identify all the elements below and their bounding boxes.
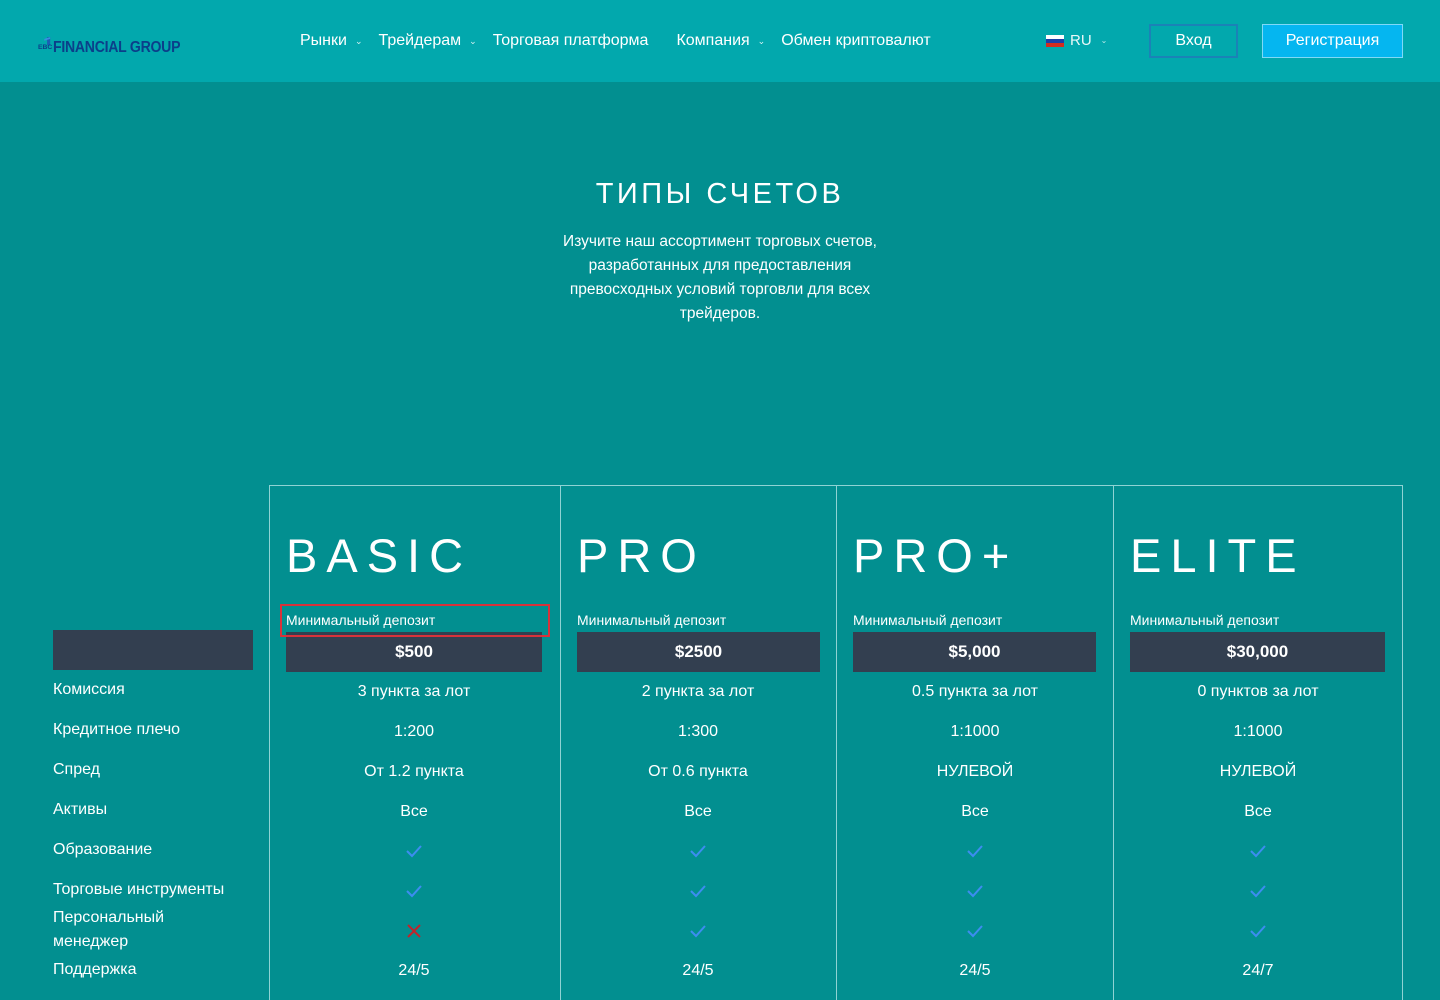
cross-icon [407,924,421,938]
account-title: BASIC [286,529,473,582]
cell-commission: 3 пункта за лот [357,683,471,700]
cell-spread: От 0.6 пункта [648,763,748,780]
row-label-education: Образование [53,841,153,858]
check-icon [967,845,983,858]
nav-item-label: Рынки [300,32,347,49]
logo[interactable]: EBC FINANCIAL GROUP [38,26,198,60]
svg-text:EBC: EBC [38,44,52,51]
min-deposit-label: Минимальный депозит [577,612,727,628]
russia-flag-icon [1046,34,1064,47]
cell-assets: Все [400,803,428,820]
account-title: ELITE [1130,529,1306,582]
cell-support: 24/7 [1242,962,1274,979]
check-icon [690,885,706,898]
cell-support: 24/5 [398,962,430,979]
chevron-down-icon: ⌄ [757,35,766,46]
main-nav: Рынки ⌄ Трейдерам ⌄ Торговая платформа К… [300,30,947,52]
cell-spread: НУЛЕВОЙ [1219,763,1297,780]
account-title: PRO+ [853,529,1019,582]
min-deposit-label: Минимальный депозит [286,612,436,628]
logo-text: FINANCIAL GROUP [53,39,181,56]
nav-item-label: Торговая платформа [492,32,649,49]
cell-leverage: 1:200 [393,723,435,740]
row-label-leverage: Кредитное плечо [53,721,181,738]
check-icon [690,925,706,938]
cell-leverage: 1:1000 [1233,723,1283,740]
check-icon [1250,925,1266,938]
cell-commission: 0.5 пункта за лот [912,683,1038,700]
chevron-down-icon: ⌄ [354,35,363,46]
row-label-support: Поддержка [53,961,137,978]
page-title: ТИПЫ СЧЕТОВ [595,178,845,210]
row-label-manager: Персональный менеджер [53,909,165,950]
nav-item-company[interactable]: Компания ⌄ [676,32,765,50]
check-icon [1250,885,1266,898]
row-label-spread: Спред [53,761,100,778]
register-button[interactable]: Регистрация [1262,24,1403,58]
page-description: Изучите наш ассортимент торговых счетов,… [563,233,877,322]
logo-mark-icon: EBC [38,37,52,51]
language-selector[interactable]: RU ⌄ [1046,32,1107,49]
cell-commission: 0 пунктов за лот [1197,683,1319,700]
nav-item-crypto-exchange[interactable]: Обмен криптовалют [781,32,931,50]
cell-assets: Все [684,803,712,820]
cell-commission: 2 пункта за лот [641,683,755,700]
site-header: EBC FINANCIAL GROUP Рынки ⌄ Трейдерам ⌄ … [0,0,1440,82]
min-deposit-label: Минимальный депозит [1130,612,1280,628]
min-deposit-value: $500 [286,632,542,672]
check-icon [690,845,706,858]
nav-item-platform[interactable]: Торговая платформа [493,32,649,50]
nav-item-label: Компания [676,32,750,49]
account-title: PRO [577,529,706,582]
check-icon [967,925,983,938]
min-deposit-value: $5,000 [853,632,1096,672]
cell-assets: Все [1244,803,1272,820]
check-icon [406,845,422,858]
cell-assets: Все [961,803,989,820]
nav-item-markets[interactable]: Рынки ⌄ [300,32,363,50]
nav-item-traders[interactable]: Трейдерам ⌄ [379,32,477,50]
cell-support: 24/5 [682,962,714,979]
nav-item-label: Обмен криптовалют [781,32,931,49]
cell-leverage: 1:1000 [950,723,1000,740]
min-deposit-value: $30,000 [1130,632,1385,672]
language-label: RU [1070,32,1092,49]
cell-support: 24/5 [959,962,991,979]
row-label-commission: Комиссия [53,681,125,698]
check-icon [1250,845,1266,858]
row-label-instruments: Торговые инструменты [53,881,225,898]
check-icon [967,885,983,898]
cell-spread: От 1.2 пункта [364,763,464,780]
check-icon [406,885,422,898]
chevron-down-icon: ⌄ [1100,36,1108,45]
min-deposit-value: $2500 [577,632,820,672]
cell-leverage: 1:300 [677,723,719,740]
nav-item-label: Трейдерам [378,32,462,49]
chevron-down-icon: ⌄ [469,35,477,46]
row-label-assets: Активы [53,801,108,818]
cell-spread: НУЛЕВОЙ [936,763,1014,780]
row-labels-header [53,630,253,670]
min-deposit-label: Минимальный депозит [853,612,1003,628]
login-button[interactable]: Вход [1149,24,1238,58]
